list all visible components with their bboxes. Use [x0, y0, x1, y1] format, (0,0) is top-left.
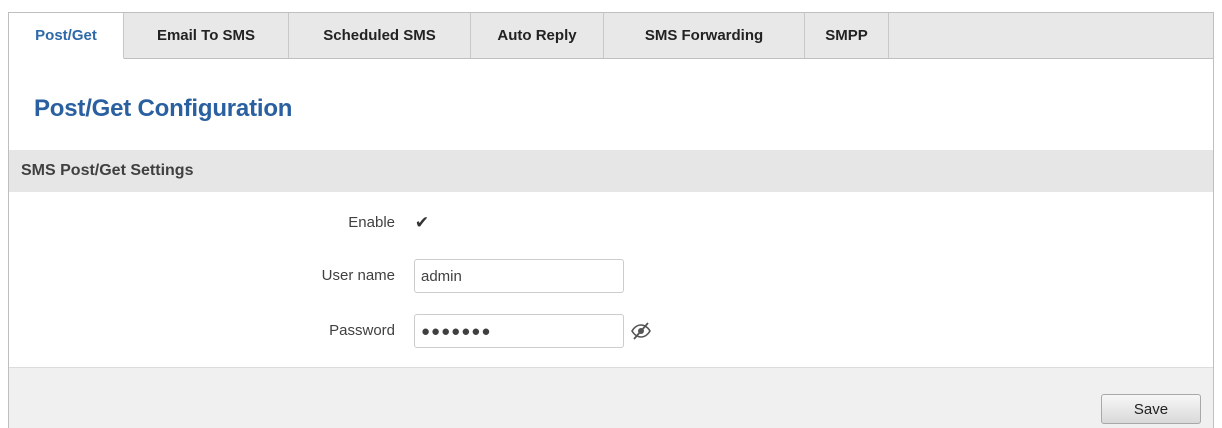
save-button[interactable]: Save — [1101, 394, 1201, 424]
tab-label: SMPP — [825, 27, 868, 44]
tab-email-to-sms[interactable]: Email To SMS — [124, 13, 289, 58]
enable-checkbox[interactable]: ✔ — [414, 213, 430, 232]
page-title: Post/Get Configuration — [34, 95, 293, 122]
password-row: Password — [9, 313, 1213, 349]
main-panel: Post/Get Email To SMS Scheduled SMS Auto… — [8, 12, 1214, 428]
section-header: SMS Post/Get Settings — [9, 150, 1213, 192]
enable-label: Enable — [348, 214, 395, 231]
username-row: User name — [9, 258, 1213, 294]
tab-label: Auto Reply — [497, 27, 577, 44]
tab-auto-reply[interactable]: Auto Reply — [471, 13, 604, 58]
tab-smpp[interactable]: SMPP — [805, 13, 889, 58]
section-title: SMS Post/Get Settings — [21, 162, 194, 179]
tab-label: Scheduled SMS — [323, 27, 436, 44]
eye-slash-icon[interactable] — [630, 320, 652, 342]
enable-row: Enable ✔ — [9, 205, 1213, 241]
tab-post-get[interactable]: Post/Get — [9, 13, 124, 59]
username-label: User name — [321, 267, 395, 284]
tab-label: SMS Forwarding — [644, 27, 764, 44]
tab-scheduled-sms[interactable]: Scheduled SMS — [289, 13, 471, 58]
footer-bar: Save — [9, 367, 1213, 428]
tab-bar: Post/Get Email To SMS Scheduled SMS Auto… — [9, 13, 1213, 59]
check-icon: ✔ — [414, 213, 430, 232]
tab-label: Post/Get — [35, 27, 97, 44]
tab-sms-forwarding[interactable]: SMS Forwarding — [604, 13, 805, 58]
username-input[interactable] — [414, 259, 624, 293]
password-label: Password — [329, 322, 395, 339]
tab-label: Email To SMS — [156, 27, 256, 44]
password-input[interactable] — [414, 314, 624, 348]
